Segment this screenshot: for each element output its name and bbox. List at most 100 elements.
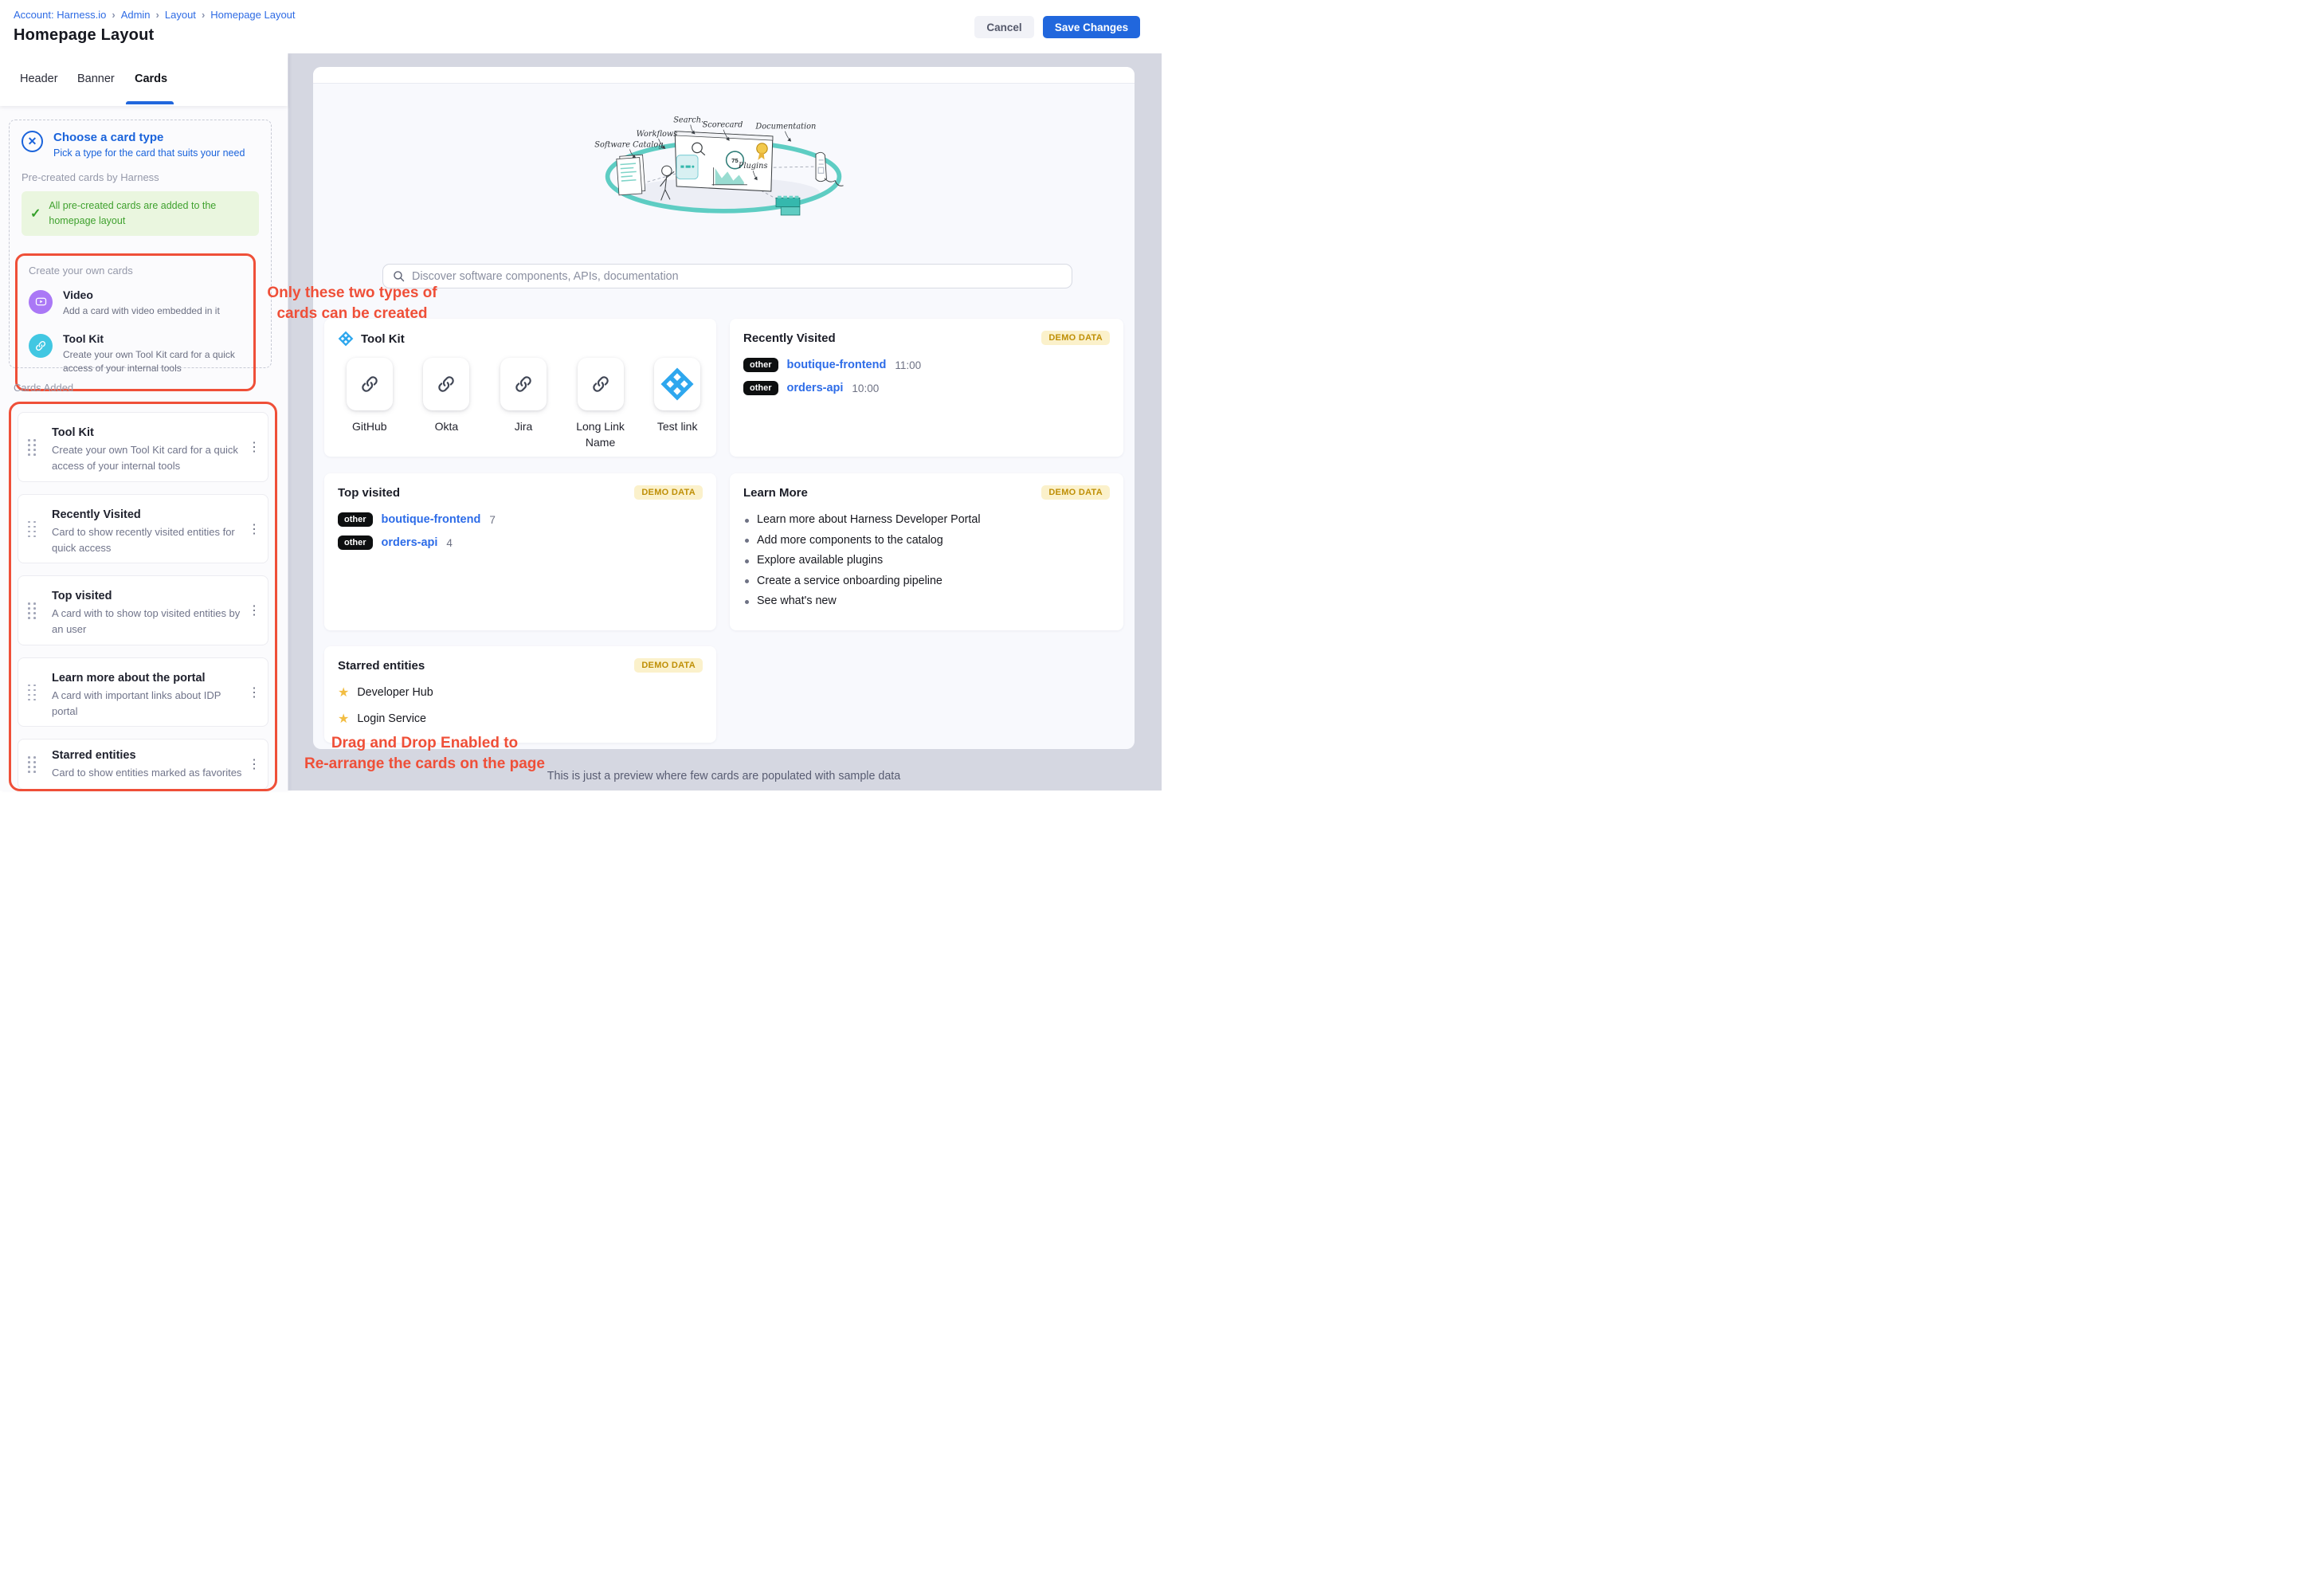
card-type-chooser: ✕ Choose a card type Pick a type for the… (9, 120, 272, 368)
link-icon (29, 334, 53, 358)
added-card-learn-more[interactable]: Learn more about the portal A card with … (18, 657, 268, 727)
annotation-card-types-note: Only these two types of cards can be cre… (221, 283, 484, 324)
starred-entity-row[interactable]: ★ Developer Hub (338, 685, 703, 700)
toolkit-option-desc: Create your own Tool Kit card for a quic… (63, 348, 238, 376)
illustration-label: Workflows (637, 130, 678, 139)
illustration-label: Documentation (754, 123, 816, 131)
entity-time: 10:00 (852, 382, 879, 394)
search-input[interactable] (412, 270, 1062, 283)
link-icon (590, 374, 611, 394)
entity-count: 4 (446, 537, 453, 549)
create-own-cards-label: Create your own cards (29, 265, 242, 277)
close-icon[interactable]: ✕ (22, 131, 43, 152)
tab-header[interactable]: Header (20, 53, 58, 104)
video-option-desc: Add a card with video embedded in it (63, 304, 238, 318)
added-card-starred-entities[interactable]: Starred entities Card to show entities m… (18, 739, 268, 790)
success-text: All pre-created cards are added to the h… (49, 198, 249, 229)
card-type-option-video[interactable]: Video Add a card with video embedded in … (29, 288, 242, 318)
link-icon (359, 374, 380, 394)
toolkit-link-okta[interactable]: Okta (421, 358, 472, 450)
toolkit-link-test-link[interactable]: Test link (652, 358, 703, 450)
added-card-recently-visited[interactable]: Recently Visited Card to show recently v… (18, 494, 268, 563)
illustration-label: Plugins (738, 162, 768, 171)
cards-added-label: Cards Added (14, 382, 73, 394)
added-card-title: Starred entities (52, 749, 244, 762)
video-option-title: Video (63, 288, 238, 301)
drag-handle-icon[interactable] (27, 437, 37, 457)
breadcrumb-admin-link[interactable]: Admin (121, 9, 151, 21)
illustration-label: Search.. (673, 116, 706, 124)
demo-data-badge: DEMO DATA (1041, 331, 1110, 345)
preview-learn-more-card: Learn More DEMO DATA Learn more about Ha… (730, 473, 1123, 630)
toolkit-link-label: Long Link Name (575, 419, 626, 450)
toolkit-link-long-link-name[interactable]: Long Link Name (575, 358, 626, 450)
recently-visited-title: Recently Visited (743, 332, 836, 345)
cancel-button[interactable]: Cancel (974, 16, 1034, 38)
scorecard-value: 75 (731, 157, 739, 164)
drag-handle-icon[interactable] (27, 601, 37, 620)
toolkit-link-label: Okta (421, 419, 472, 435)
homepage-layout-app: Account: Harness.io › Admin › Layout › H… (0, 0, 1162, 790)
preview-recently-visited-card: Recently Visited DEMO DATA other boutiqu… (730, 319, 1123, 457)
entity-link[interactable]: boutique-frontend (787, 359, 887, 371)
precreated-success-message: ✓ All pre-created cards are added to the… (22, 191, 259, 236)
breadcrumb-layout-link[interactable]: Layout (165, 9, 196, 21)
toolkit-link-jira[interactable]: Jira (498, 358, 549, 450)
tab-banner[interactable]: Banner (77, 53, 115, 104)
entity-kind-chip: other (743, 381, 778, 395)
learn-more-title: Learn More (743, 486, 808, 500)
entity-time: 11:00 (895, 359, 921, 371)
added-card-top-visited[interactable]: Top visited A card with to show top visi… (18, 575, 268, 645)
link-icon (436, 374, 457, 394)
card-type-option-toolkit[interactable]: Tool Kit Create your own Tool Kit card f… (29, 332, 242, 376)
kebab-menu-icon[interactable]: ⋮ (247, 685, 261, 700)
create-your-own-cards-annotation-box: Create your own cards Video Add a card w… (15, 253, 256, 391)
learn-more-item[interactable]: Create a service onboarding pipeline (743, 571, 1110, 592)
page-title: Homepage Layout (14, 26, 154, 45)
added-card-title: Recently Visited (52, 508, 244, 521)
preview-starred-entities-card: Starred entities DEMO DATA ★ Developer H… (324, 646, 716, 743)
entity-link[interactable]: orders-api (382, 536, 438, 549)
entity-count: 7 (489, 514, 496, 526)
breadcrumb-account-link[interactable]: Account: Harness.io (14, 9, 106, 21)
entity-row: other boutique-frontend 7 (338, 512, 703, 527)
demo-data-badge: DEMO DATA (634, 485, 703, 500)
tab-cards[interactable]: Cards (135, 53, 167, 104)
kebab-menu-icon[interactable]: ⋮ (247, 602, 261, 618)
toolkit-link-label: Jira (498, 419, 549, 435)
entity-link[interactable]: orders-api (787, 382, 844, 394)
breadcrumb-homepage-layout-link[interactable]: Homepage Layout (210, 9, 295, 21)
learn-more-item[interactable]: Add more components to the catalog (743, 531, 1110, 551)
added-card-desc: A card with to show top visited entities… (52, 606, 244, 638)
tab-bar: Header Banner Cards (0, 53, 288, 106)
active-tab-underline (126, 101, 174, 104)
kebab-menu-icon[interactable]: ⋮ (247, 521, 261, 537)
illustration-label: Scorecard (703, 121, 743, 130)
harness-logo-icon (660, 367, 695, 402)
starred-entity-name: Developer Hub (357, 686, 433, 699)
save-changes-button[interactable]: Save Changes (1043, 16, 1140, 38)
kebab-menu-icon[interactable]: ⋮ (247, 439, 261, 455)
learn-more-list: Learn more about Harness Developer Porta… (743, 510, 1110, 612)
added-card-title: Top visited (52, 590, 244, 602)
drag-handle-icon[interactable] (27, 755, 37, 774)
star-icon: ★ (338, 711, 349, 727)
toolkit-link-github[interactable]: GitHub (344, 358, 395, 450)
drag-handle-icon[interactable] (27, 520, 37, 539)
preview-top-visited-card: Top visited DEMO DATA other boutique-fro… (324, 473, 716, 630)
chooser-subtitle: Pick a type for the card that suits your… (53, 147, 245, 159)
added-card-toolkit[interactable]: Tool Kit Create your own Tool Kit card f… (18, 412, 268, 482)
chevron-right-icon: › (112, 9, 115, 21)
entity-kind-chip: other (338, 536, 373, 550)
drag-handle-icon[interactable] (27, 683, 37, 702)
learn-more-item[interactable]: Explore available plugins (743, 551, 1110, 571)
learn-more-item[interactable]: Learn more about Harness Developer Porta… (743, 510, 1110, 531)
dashboard-board: 75 (675, 131, 773, 191)
added-card-desc: Card to show entities marked as favorite… (52, 765, 244, 781)
top-bar: Account: Harness.io › Admin › Layout › H… (0, 0, 1162, 53)
starred-entity-row[interactable]: ★ Login Service (338, 711, 703, 727)
entity-link[interactable]: boutique-frontend (382, 513, 481, 526)
added-card-title: Learn more about the portal (52, 672, 244, 685)
learn-more-item[interactable]: See what's new (743, 591, 1110, 612)
plugin-bricks (776, 196, 800, 215)
